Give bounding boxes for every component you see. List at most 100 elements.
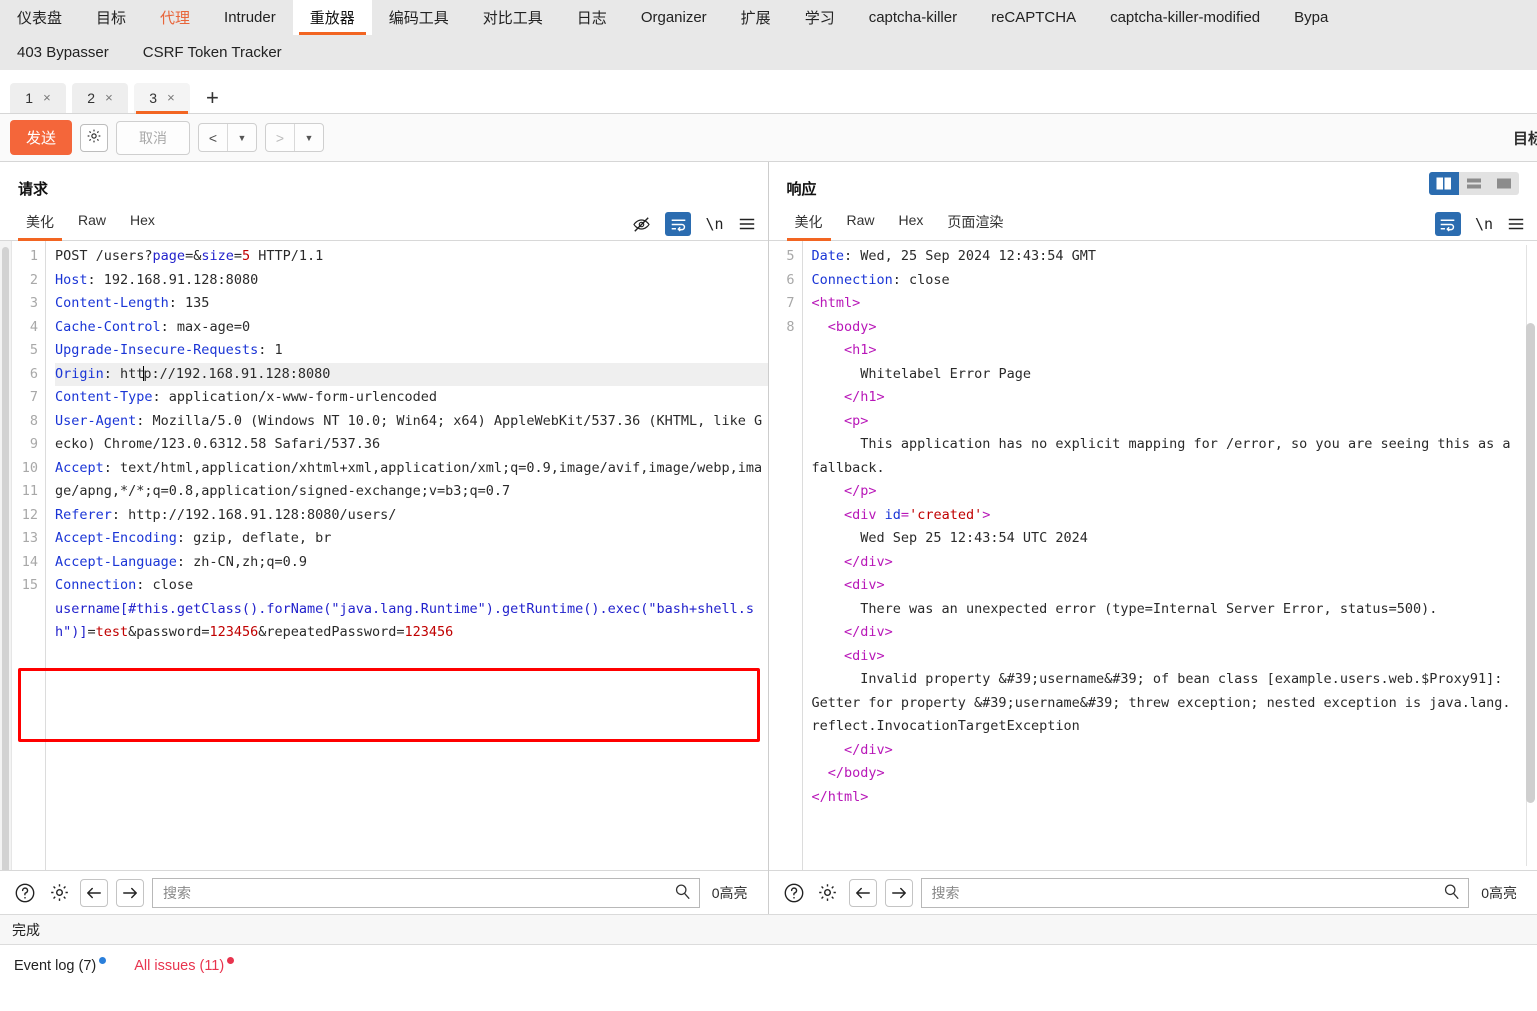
repeater-tab-1[interactable]: 1 × [10,83,66,113]
help-icon[interactable] [12,880,38,906]
newline-icon[interactable]: \n [1475,215,1493,233]
tab-request-0[interactable]: 美化 [14,208,66,241]
code-token: Cache-Control [55,318,161,335]
code-line: </div> [812,739,1518,763]
top-nav-tab-10[interactable]: 学习 [788,0,852,35]
search-settings-gear-icon[interactable] [46,880,72,906]
top-nav-tab-14[interactable]: Bypa [1277,0,1345,35]
cancel-button[interactable]: 取消 [116,120,191,155]
top-nav-tab-1[interactable]: 目标 [79,0,143,35]
search-input[interactable] [161,883,674,902]
send-button[interactable]: 发送 [10,120,73,155]
response-body-text[interactable]: Date: Wed, 25 Sep 2024 12:43:54 GMT Conne… [803,241,1537,870]
response-editor[interactable]: 5 6 7 8 Date: Wed, 25 Sep 2024 12:43:54 GMT… [768,241,1537,870]
top-nav-tab-6[interactable]: 对比工具 [466,0,560,35]
code-line: Wed Sep 25 12:43:54 UTC 2024 [812,527,1518,551]
side-by-side-view-icon[interactable] [1429,172,1459,195]
code-line: <div> [812,645,1518,669]
search-icon[interactable] [1443,883,1460,903]
code-line: <div id='created'> [812,504,1518,528]
repeater-tab-3[interactable]: 3 × [134,83,190,114]
tab-response-0[interactable]: 美化 [783,208,835,241]
history-back-dropdown[interactable]: ▼ [228,124,256,151]
tab-label: 美化 [794,214,823,230]
top-nav-row-secondary: 403 Bypasser CSRF Token Tracker [0,35,1537,70]
top-nav-tab-label: 编码工具 [388,10,449,27]
code-token: POST /users? [55,248,153,264]
tab-response-2[interactable]: Hex [887,208,936,240]
search-settings-gear-icon[interactable] [815,880,841,906]
close-icon[interactable]: × [43,90,51,105]
tab-request-1[interactable]: Raw [66,208,118,240]
event-log-link[interactable]: Event log (7) [14,957,107,974]
top-nav-tab-2[interactable]: 代理 [143,0,207,35]
repeater-tab-2[interactable]: 2 × [72,83,128,113]
history-forward-button[interactable]: > [266,124,294,151]
request-editor[interactable]: 1 2 3 4 5 6 7 8 9 10 11 12 13 14 15 POST /users?page=&… [0,241,768,870]
all-issues-link[interactable]: All issues (11) [134,957,235,974]
top-nav-tab-secondary-0[interactable]: 403 Bypasser [0,35,126,70]
tab-label: Hex [130,212,155,228]
tab-response-1[interactable]: Raw [835,208,887,240]
repeater-tab-label: 2 [87,89,96,106]
request-search-field[interactable] [152,877,700,908]
top-nav-tab-4[interactable]: 重放器 [292,0,372,35]
response-tools: \n [1434,212,1525,236]
code-line: <h1> [812,339,1518,363]
single-view-icon[interactable] [1489,172,1519,195]
tab-response-3[interactable]: 页面渲染 [935,208,1015,240]
tab-label: Raw [846,212,875,228]
tab-request-2[interactable]: Hex [118,208,167,240]
help-icon[interactable] [781,880,807,906]
scrollbar-thumb[interactable] [2,247,9,870]
top-nav-tab-secondary-1[interactable]: CSRF Token Tracker [126,35,299,70]
add-repeater-tab-button[interactable]: + [196,87,229,113]
word-wrap-icon[interactable] [1434,212,1461,236]
top-nav-tab-13[interactable]: captcha-killer-modified [1093,0,1277,35]
top-nav-tab-7[interactable]: 日志 [560,0,624,35]
menu-icon[interactable] [738,216,756,232]
search-input[interactable] [929,883,1444,902]
target-label: 目标 [1512,130,1537,147]
close-icon[interactable]: × [105,90,113,105]
history-back-button[interactable]: < [199,124,227,151]
search-next-button[interactable] [884,878,913,907]
code-line: Date: Wed, 25 Sep 2024 12:43:54 GMT [812,245,1518,269]
top-nav-tab-8[interactable]: Organizer [624,0,724,35]
top-nav-tab-0[interactable]: 仪表盘 [0,0,79,35]
top-nav-row-primary: 仪表盘 目标 代理 Intruder 重放器 编码工具 对比工具 日志 Organizer 扩展 学… [0,0,1537,35]
word-wrap-icon[interactable] [665,212,692,236]
request-scrollbar-left[interactable] [0,241,12,870]
scrollbar-thumb[interactable] [1526,323,1535,803]
history-forward-dropdown[interactable]: ▼ [295,124,323,151]
search-prev-button[interactable] [848,878,877,907]
code-line: This application has no explicit mapping… [812,433,1518,480]
top-nav-tab-3[interactable]: Intruder [207,0,293,35]
code-line: <html> [812,292,1518,316]
menu-icon[interactable] [1507,216,1525,232]
top-nav-tab-9[interactable]: 扩展 [724,0,788,35]
request-body-text[interactable]: POST /users?page=&size=5 HTTP/1.1 Host: 1… [46,241,768,870]
top-nav-tab-11[interactable]: captcha-killer [852,0,974,35]
eye-off-icon[interactable] [632,215,651,234]
newline-icon[interactable]: \n [705,215,723,233]
close-icon[interactable]: × [167,90,175,105]
search-next-button[interactable] [116,878,144,907]
view-mode-switcher [1429,172,1519,195]
response-pane-title: 响应 [786,181,817,198]
response-search-field[interactable] [920,877,1470,908]
stacked-view-icon[interactable] [1459,172,1489,195]
code-token: : max-age=0 [160,318,251,335]
code-token: : text/html,application/xhtml+xml,applic… [55,459,763,500]
code-line: Connection: close [55,574,768,598]
request-line-numbers: 1 2 3 4 5 6 7 8 9 10 11 12 13 14 15 [12,241,46,870]
search-icon[interactable] [674,883,691,903]
top-nav-tab-5[interactable]: 编码工具 [372,0,466,35]
response-scrollbar[interactable] [1526,245,1535,866]
top-nav-tab-12[interactable]: reCAPTCHA [974,0,1093,35]
code-token: 5 [241,248,251,264]
search-prev-button[interactable] [80,878,108,907]
code-line: Content-Type: application/x-www-form-url… [55,386,768,410]
code-token: <html> [811,295,861,311]
settings-button[interactable] [80,123,109,152]
